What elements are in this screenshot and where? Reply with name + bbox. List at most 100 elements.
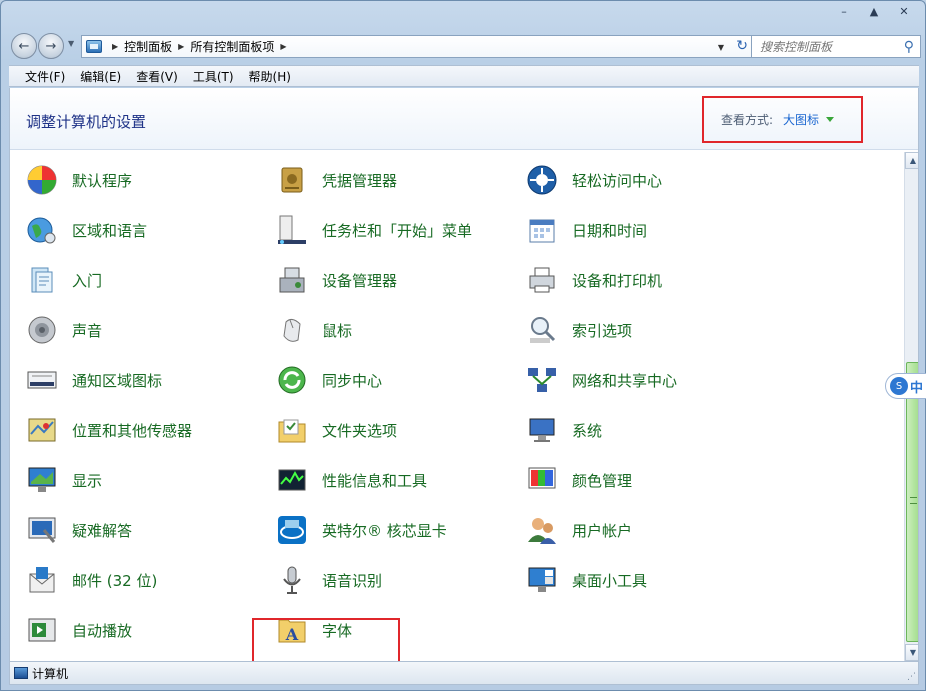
scroll-thumb[interactable] — [906, 362, 918, 642]
control-panel-item-region-language[interactable]: 区域和语言 — [26, 213, 147, 247]
address-history-dropdown[interactable]: ▼ — [718, 43, 724, 52]
item-label: 文件夹选项 — [322, 421, 398, 440]
troubleshooting-icon — [26, 514, 58, 546]
maximize-icon: ▲ — [869, 4, 879, 18]
control-panel-item-sync-center[interactable]: 同步中心 — [276, 363, 382, 397]
item-label: 同步中心 — [322, 371, 383, 390]
recent-pages-dropdown[interactable]: ▼ — [68, 39, 74, 48]
color-management-icon — [526, 464, 558, 496]
ime-indicator[interactable]: S 中 — [885, 373, 926, 399]
region-language-icon — [26, 214, 58, 246]
user-accounts-icon — [526, 514, 558, 546]
item-label: 凭据管理器 — [322, 171, 398, 190]
control-panel-item-taskbar-start-menu[interactable]: 任务栏和「开始」菜单 — [276, 213, 472, 247]
control-panel-item-device-manager[interactable]: 设备管理器 — [276, 263, 397, 297]
network-sharing-icon — [526, 364, 558, 396]
maximize-button[interactable]: ▲ — [863, 3, 885, 19]
item-label: 默认程序 — [72, 171, 133, 190]
arrow-left-icon: ← — [18, 38, 30, 54]
control-panel-item-date-time[interactable]: 日期和时间 — [526, 213, 647, 247]
menu-help[interactable]: 帮助(H) — [243, 67, 297, 86]
view-by-dropdown[interactable]: 大图标 — [783, 111, 819, 128]
computer-icon — [14, 667, 28, 679]
item-label: 显示 — [72, 471, 103, 490]
control-panel-item-notification-area[interactable]: 通知区域图标 — [26, 363, 162, 397]
credential-manager-icon — [276, 164, 308, 196]
resize-grip-icon[interactable]: ⋰ — [907, 672, 916, 682]
control-panel-item-sound[interactable]: 声音 — [26, 313, 102, 347]
forward-button[interactable]: → — [38, 33, 64, 59]
control-panel-item-performance-tools[interactable]: 性能信息和工具 — [276, 463, 427, 497]
minimize-button[interactable]: – — [833, 3, 855, 19]
breadcrumb-separator-icon[interactable]: ▶ — [280, 42, 286, 51]
control-panel-item-default-programs[interactable]: 默认程序 — [26, 163, 132, 197]
device-manager-icon — [276, 264, 308, 296]
ime-logo-icon: S — [890, 377, 908, 395]
item-label: 系统 — [572, 421, 603, 440]
item-label: 英特尔® 核芯显卡 — [322, 521, 447, 540]
menu-view[interactable]: 查看(V) — [130, 67, 184, 86]
refresh-icon[interactable]: ↻ — [736, 38, 748, 54]
control-panel-item-ease-of-access[interactable]: 轻松访问中心 — [526, 163, 662, 197]
control-panel-item-intel-graphics[interactable]: 英特尔® 核芯显卡 — [276, 513, 447, 547]
sound-icon — [26, 314, 58, 346]
control-panel-item-system[interactable]: 系统 — [526, 413, 602, 447]
control-panel-item-user-accounts[interactable]: 用户帐户 — [526, 513, 632, 547]
folder-options-icon — [276, 414, 308, 446]
item-label: 区域和语言 — [72, 221, 148, 240]
mail-icon — [26, 564, 58, 596]
item-label: 疑难解答 — [72, 521, 133, 540]
minimize-icon: – — [841, 4, 847, 18]
control-panel-item-mouse[interactable]: 鼠标 — [276, 313, 352, 347]
chevron-down-icon: ▼ — [909, 648, 917, 657]
breadcrumb-separator-icon[interactable]: ▶ — [112, 42, 118, 51]
item-label: 邮件 (32 位) — [72, 571, 158, 590]
view-by-label: 查看方式: — [721, 113, 774, 127]
control-panel-item-speech-recognition[interactable]: 语音识别 — [276, 563, 382, 597]
breadcrumb-control-panel[interactable]: 控制面板 — [124, 38, 172, 55]
breadcrumb-all-items[interactable]: 所有控制面板项 — [190, 38, 274, 55]
desktop-gadgets-icon — [526, 564, 558, 596]
control-panel-item-mail[interactable]: 邮件 (32 位) — [26, 563, 157, 597]
status-bar: 计算机 ⋰ — [9, 661, 919, 685]
system-icon — [526, 414, 558, 446]
item-label: 设备和打印机 — [572, 271, 663, 290]
breadcrumb-separator-icon[interactable]: ▶ — [178, 42, 184, 51]
menu-bar: 文件(F) 编辑(E) 查看(V) 工具(T) 帮助(H) — [9, 65, 919, 87]
menu-edit[interactable]: 编辑(E) — [74, 67, 127, 86]
item-label: 日期和时间 — [572, 221, 648, 240]
back-button[interactable]: ← — [11, 33, 37, 59]
search-icon[interactable]: ⚲ — [904, 39, 914, 55]
search-input[interactable] — [760, 39, 900, 54]
vertical-scrollbar[interactable]: ▲ ▼ — [904, 152, 918, 661]
control-panel-item-color-management[interactable]: 颜色管理 — [526, 463, 632, 497]
content-area: 调整计算机的设置 查看方式: 大图标 默认程序 凭据管理器 轻松访问中心区域和语言 任… — [9, 88, 919, 661]
control-panel-item-display[interactable]: 显示 — [26, 463, 102, 497]
item-label: 用户帐户 — [572, 521, 633, 540]
control-panel-item-credential-manager[interactable]: 凭据管理器 — [276, 163, 397, 197]
item-label: 网络和共享中心 — [572, 371, 678, 390]
control-panel-item-network-sharing[interactable]: 网络和共享中心 — [526, 363, 677, 397]
item-label: 自动播放 — [72, 621, 133, 640]
close-button[interactable]: ✕ — [893, 3, 915, 19]
control-panel-item-folder-options[interactable]: 文件夹选项 — [276, 413, 397, 447]
dropdown-arrow-icon[interactable] — [826, 117, 835, 122]
performance-tools-icon — [276, 464, 308, 496]
control-panel-item-indexing-options[interactable]: 索引选项 — [526, 313, 632, 347]
sync-center-icon — [276, 364, 308, 396]
control-panel-item-devices-printers[interactable]: 设备和打印机 — [526, 263, 662, 297]
control-panel-item-location-sensors[interactable]: 位置和其他传感器 — [26, 413, 192, 447]
control-panel-item-troubleshooting[interactable]: 疑难解答 — [26, 513, 132, 547]
title-bar-buttons: – ▲ ✕ — [833, 3, 915, 19]
scroll-down-button[interactable]: ▼ — [905, 644, 918, 661]
content-header: 调整计算机的设置 查看方式: 大图标 — [10, 88, 918, 150]
control-panel-item-getting-started[interactable]: 入门 — [26, 263, 102, 297]
menu-tools[interactable]: 工具(T) — [187, 67, 240, 86]
arrow-right-icon: → — [45, 38, 57, 54]
address-bar[interactable]: ▶ 控制面板 ▶ 所有控制面板项 ▶ ▼ ↻ — [81, 35, 757, 58]
control-panel-item-autoplay[interactable]: 自动播放 — [26, 613, 132, 647]
menu-file[interactable]: 文件(F) — [19, 67, 71, 86]
control-panel-item-desktop-gadgets[interactable]: 桌面小工具 — [526, 563, 647, 597]
scroll-up-button[interactable]: ▲ — [905, 152, 918, 169]
close-icon: ✕ — [899, 4, 909, 18]
